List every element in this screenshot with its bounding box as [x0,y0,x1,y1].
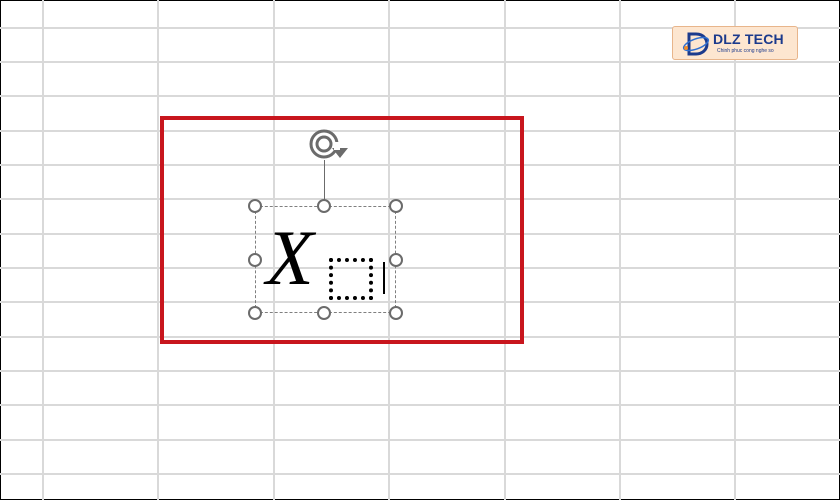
resize-handle-top-right[interactable] [389,199,403,213]
logo-tagline: Chinh phuc cong nghe so [717,48,774,54]
resize-handle-bottom[interactable] [317,306,331,320]
row-gridline [0,95,840,97]
resize-handle-left[interactable] [248,253,262,267]
equation-variable[interactable]: X [266,218,314,298]
resize-handle-top-left[interactable] [248,199,262,213]
equation-subscript-placeholder[interactable] [329,258,373,300]
column-gridline [42,0,44,500]
rotate-handle-icon[interactable] [306,126,350,162]
column-gridline [619,0,621,500]
text-cursor [383,262,385,294]
logo-name: DLZ TECH [713,31,784,47]
resize-handle-top[interactable] [317,199,331,213]
row-gridline [0,370,840,372]
row-gridline [0,439,840,441]
column-gridline [734,0,736,500]
dlz-logo-mark-icon [682,32,710,56]
brand-logo: DLZ TECH Chinh phuc cong nghe so [672,26,798,60]
row-gridline [0,473,840,475]
resize-handle-bottom-right[interactable] [389,306,403,320]
column-gridline [157,0,159,500]
resize-handle-right[interactable] [389,253,403,267]
resize-handle-bottom-left[interactable] [248,306,262,320]
row-gridline [0,61,840,63]
row-gridline [0,404,840,406]
